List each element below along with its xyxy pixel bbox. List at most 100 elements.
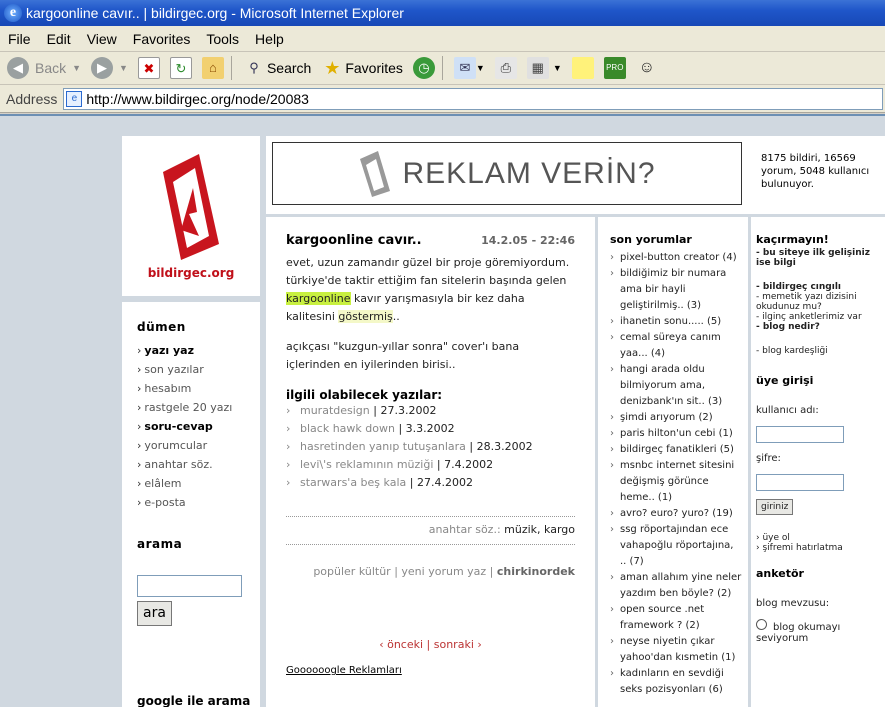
comment-item[interactable]: pixel-button creator (4) [610,250,742,266]
comment-item[interactable]: avro? euro? yuro? (19) [610,506,742,522]
polls-link[interactable]: - ilginç anketlerimiz var [756,312,881,322]
comment-item[interactable]: msnbc internet sitesini değişmiş görünce… [610,458,742,506]
username-label: kullanıcı adı: [756,405,819,416]
menu-tools[interactable]: Tools [198,31,247,47]
highlight-keyword: kargoonline [286,292,351,305]
google-ads-link[interactable]: Goooooogle Reklamları [286,665,575,676]
title-bar: e kargoonline cavır.. | bildirgec.org - … [0,0,885,26]
forward-dropdown-icon[interactable]: ▼ [119,63,128,73]
tag-links[interactable]: müzik, kargo [504,523,575,536]
page-viewport: bildirgec.org dümen › yazı yaz › son yazıl… [0,114,885,707]
related-item: hasretinden yanıp tutuşanlara | 28.3.200… [286,438,575,456]
print-icon: ⎙ [494,57,517,79]
mail-icon: ✉ [453,57,476,79]
next-link[interactable]: sonraki › [434,638,482,651]
related-link[interactable]: starwars'a beş kala [300,476,406,489]
related-link[interactable]: levi\'s reklamının müziği [300,458,433,471]
password-input[interactable] [756,474,844,491]
extension-button[interactable]: PRO [601,54,629,82]
back-dropdown-icon[interactable]: ▼ [72,63,81,73]
nav-item-keywords[interactable]: › anahtar söz. [137,458,260,477]
messenger-button[interactable]: ☺ [633,54,661,82]
nav-item-email[interactable]: › e-posta [137,496,260,515]
comment-item[interactable]: aman allahım yine neler yazdım ben böyle… [610,570,742,602]
favorites-button[interactable]: ★ Favorites [318,54,406,82]
comment-item[interactable]: ihanetin sonu..... (5) [610,314,742,330]
back-button[interactable]: ◀ Back ▼ [4,54,84,82]
pro-icon: PRO [603,57,626,79]
radio-icon[interactable] [756,619,767,630]
related-link[interactable]: muratdesign [300,404,370,417]
related-link[interactable]: black hawk down [300,422,395,435]
stop-button[interactable]: ✖ [135,54,163,82]
stop-icon: ✖ [137,57,160,79]
nav-item-write[interactable]: › yazı yaz [137,344,260,363]
related-item: starwars'a beş kala | 27.4.2002 [286,474,575,492]
refresh-button[interactable]: ↻ [167,54,195,82]
logo-text: bildirgec.org [147,266,235,280]
forgot-password-link[interactable]: › şifremi hatırlatma [756,543,881,553]
related-link[interactable]: hasretinden yanıp tutuşanlara [300,440,466,453]
blog-sisterhood-link[interactable]: - blog kardeşliği [756,346,881,356]
comment-item[interactable]: hangi arada oldu bilmiyorum ama, denizba… [610,362,742,410]
info-link[interactable]: - bu siteye ilk gelişiniz ise bilgi [756,248,881,268]
search-input[interactable] [137,575,242,597]
post-footer: popüler kültür | yeni yorum yaz | chirki… [313,565,575,578]
comment-item[interactable]: bildiğimiz bir numara ama bir hayli geli… [610,266,742,314]
search-submit-button[interactable]: ara [137,601,172,626]
memetic-link[interactable]: - memetik yazı dizisini okudunuz mu? [756,292,881,312]
post-paragraph: açıkçası "kuzgun-yıllar sonra" cover'ı b… [286,340,520,371]
add-comment-link[interactable]: yeni yorum yaz [401,565,486,578]
comment-item[interactable]: kadınların en sevdiği seks pozisyonları … [610,666,742,698]
mail-dropdown-icon[interactable]: ▼ [476,63,485,73]
related-title: ilgili olabilecek yazılar: [286,388,443,402]
nav-item-qa[interactable]: › soru-cevap [137,420,260,439]
comment-item[interactable]: ssg röportajından ece vahapoğlu röportaj… [610,522,742,570]
search-button[interactable]: ⚲ Search [240,54,314,82]
comment-item[interactable]: neyse niyetin çıkar yahoo'dan kısmetin (… [610,634,742,666]
forward-button[interactable]: ▶ ▼ [88,54,131,82]
blog-info-link[interactable]: - blog nedir? [756,322,881,332]
edit-icon: ▦ [526,57,549,79]
register-link[interactable]: › üye ol [756,533,881,543]
address-input[interactable]: e http://www.bildirgec.org/node/20083 [63,87,883,110]
mail-button[interactable]: ✉ ▼ [451,54,488,82]
nav-item-commenters[interactable]: › yorumcular [137,439,260,458]
notes-button[interactable] [569,54,597,82]
comment-item[interactable]: open source .net framework ? (2) [610,602,742,634]
nav-item-random[interactable]: › rastgele 20 yazı [137,401,260,420]
history-button[interactable]: ◷ [410,54,438,82]
menu-bar: File Edit View Favorites Tools Help [0,26,885,52]
comment-item[interactable]: bildirgeç fanatikleri (5) [610,442,742,458]
home-button[interactable]: ⌂ [199,54,227,82]
menu-help[interactable]: Help [247,31,292,47]
ad-banner[interactable]: REKLAM VERİN? [272,142,742,205]
edit-dropdown-icon[interactable]: ▼ [553,63,562,73]
nav-item-account[interactable]: › hesabım [137,382,260,401]
author-link[interactable]: chirkinordek [497,565,575,578]
poll-option[interactable]: blog okumayı seviyorum [756,619,881,644]
comment-item[interactable]: şimdi arıyorum (2) [610,410,742,426]
menu-edit[interactable]: Edit [39,31,79,47]
ad-text: REKLAM VERİN? [402,156,656,190]
nav-item-world[interactable]: › elâlem [137,477,260,496]
search-label: Search [266,60,312,76]
address-label: Address [6,90,58,107]
prev-link[interactable]: ‹ önceki [379,638,423,651]
site-logo[interactable]: bildirgec.org [122,136,260,296]
menu-file[interactable]: File [0,31,39,47]
login-button[interactable]: giriniz [756,499,794,515]
menu-view[interactable]: View [79,31,125,47]
password-label: şifre: [756,453,781,464]
jingle-link[interactable]: - bildirgeç cıngılı [756,282,881,292]
category-link[interactable]: popüler kültür [313,565,390,578]
username-input[interactable] [756,426,844,443]
print-button[interactable]: ⎙ [492,54,520,82]
comment-item[interactable]: paris hilton'un cebi (1) [610,426,742,442]
menu-favorites[interactable]: Favorites [125,31,199,47]
note-icon [571,57,594,79]
comment-item[interactable]: cemal süreya canım yaa... (4) [610,330,742,362]
nav-item-recent[interactable]: › son yazılar [137,363,260,382]
edit-button[interactable]: ▦ ▼ [524,54,565,82]
logo-column: bildirgec.org [122,136,260,296]
